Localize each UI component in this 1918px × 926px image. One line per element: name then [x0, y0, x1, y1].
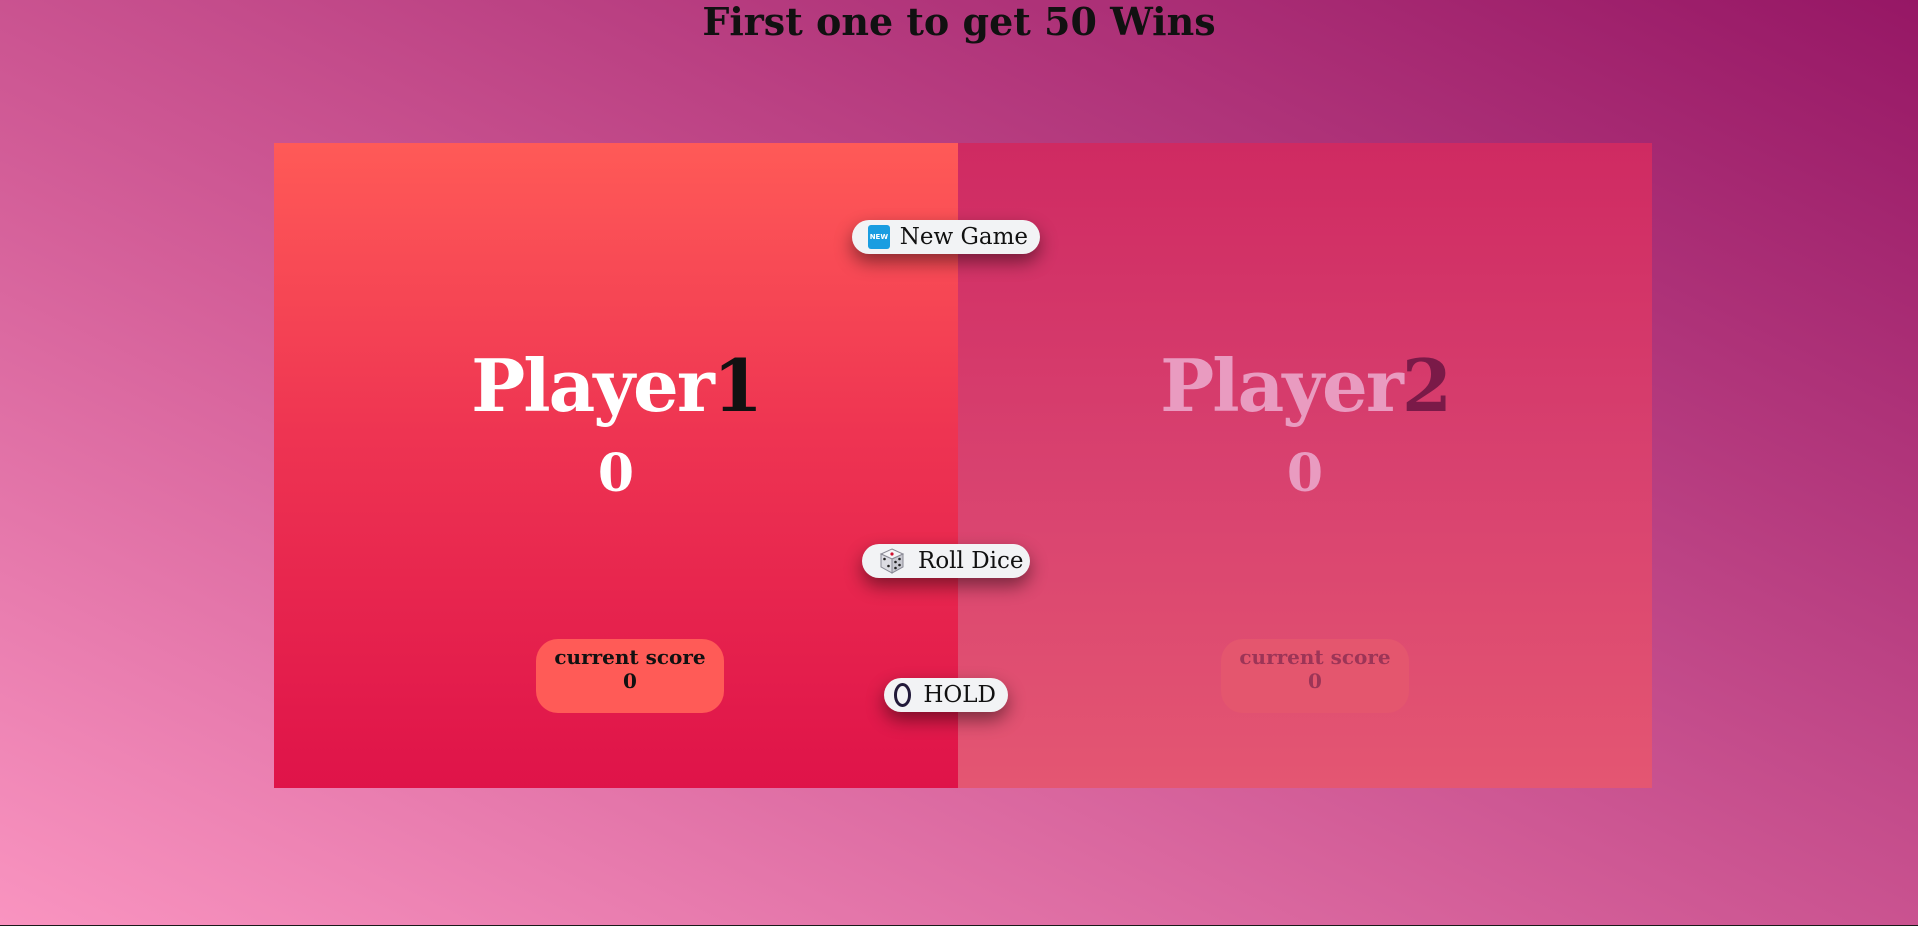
- roll-dice-button[interactable]: Roll Dice: [862, 544, 1030, 578]
- new-icon: NEW: [868, 225, 890, 249]
- player-2-panel: Player2 0 current score 0: [958, 143, 1652, 788]
- player-2-current-label: current score: [1239, 645, 1391, 669]
- new-game-button[interactable]: NEW New Game: [852, 220, 1040, 254]
- player-2-name: Player2: [958, 341, 1652, 431]
- hold-label: HOLD: [923, 682, 996, 708]
- player-1-name-text: Player: [471, 343, 715, 428]
- player-1-current-box: current score 0: [536, 639, 724, 713]
- game-title: First one to get 50 Wins: [702, 0, 1216, 44]
- circle-icon: [894, 683, 912, 707]
- dice-icon: [878, 547, 906, 575]
- player-1-name: Player1: [274, 341, 958, 431]
- player-1-total-score: 0: [597, 443, 635, 504]
- roll-dice-label: Roll Dice: [918, 548, 1024, 574]
- player-1-current-label: current score: [554, 645, 706, 669]
- player-1-number: 1: [712, 343, 763, 428]
- player-2-current-box: current score 0: [1221, 639, 1409, 713]
- player-2-number: 2: [1401, 343, 1452, 428]
- player-2-total-score: 0: [1286, 443, 1324, 504]
- player-1-current-score: 0: [623, 669, 637, 693]
- hold-button[interactable]: HOLD: [884, 678, 1008, 712]
- new-game-label: New Game: [899, 224, 1028, 250]
- player-2-current-score: 0: [1308, 669, 1322, 693]
- player-2-name-text: Player: [1160, 343, 1404, 428]
- game-page: { "title": "First one to get 50 Wins", "…: [0, 0, 1918, 926]
